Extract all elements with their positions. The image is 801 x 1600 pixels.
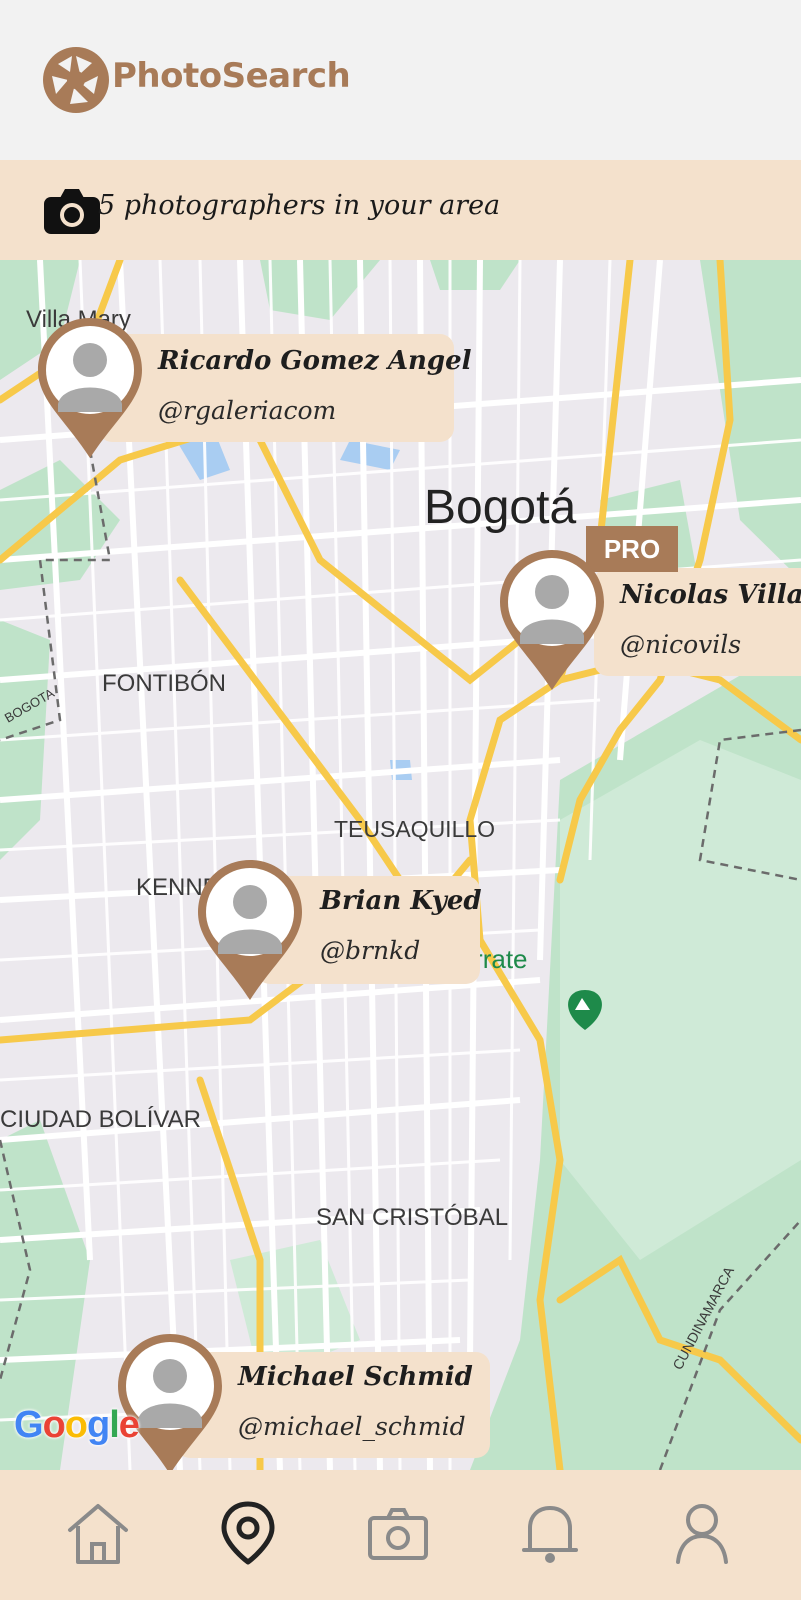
user-icon[interactable] <box>670 1500 734 1566</box>
app-title: PhotoSearch <box>112 56 351 96</box>
photographer-count-text: 5 photographers in your area <box>98 190 501 221</box>
photographer-name: Ricardo Gomez Angel <box>158 346 472 376</box>
map-attribution: Google <box>14 1404 140 1446</box>
map-pin-icon[interactable] <box>216 1500 280 1566</box>
camera-aperture-icon <box>43 47 109 113</box>
bell-icon[interactable] <box>518 1500 582 1566</box>
photographer-name: Michael Schmid <box>238 1362 473 1392</box>
map-label-ciudad-bolivar: CIUDAD BOLÍVAR <box>0 1106 201 1133</box>
camera-icon <box>44 189 100 234</box>
home-icon[interactable] <box>66 1500 130 1566</box>
avatar-pin-icon[interactable] <box>34 314 146 462</box>
photographer-handle: @brnkd <box>320 936 421 965</box>
map-label-san-cristobal: SAN CRISTÓBAL <box>316 1204 509 1231</box>
photographer-handle: @nicovils <box>620 630 742 659</box>
avatar-pin-icon[interactable] <box>194 856 306 1004</box>
map-label-city: Bogotá <box>424 481 577 534</box>
map-label-teusaquillo: TEUSAQUILLO <box>334 816 496 842</box>
photographer-handle: @michael_schmid <box>238 1412 466 1441</box>
photographer-handle: @rgaleriacom <box>158 396 337 425</box>
map-label-fontibon: FONTIBÓN <box>102 670 226 697</box>
avatar-pin-icon[interactable] <box>496 546 608 694</box>
photographer-name: Brian Kyed <box>320 886 482 916</box>
photographer-name: Nicolas Villasi <box>620 580 801 610</box>
camera-icon[interactable] <box>366 1500 430 1566</box>
